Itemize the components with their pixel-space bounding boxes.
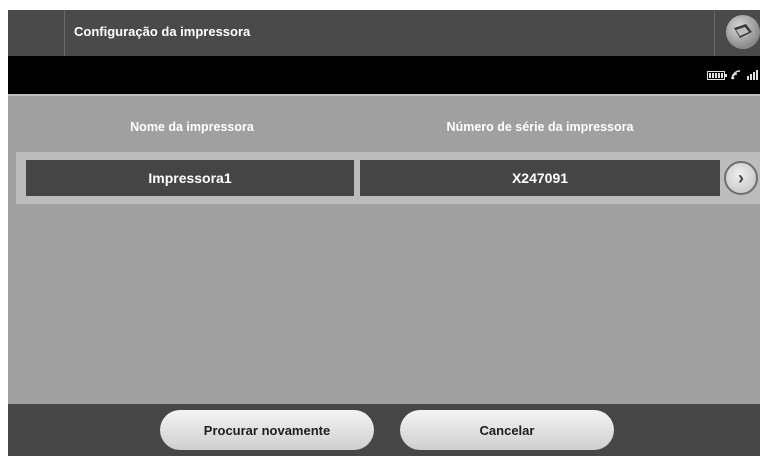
telemetry-icon	[731, 70, 741, 80]
table-row[interactable]: Impressora1 X247091 ›	[16, 152, 760, 204]
cancel-button[interactable]: Cancelar	[400, 410, 614, 450]
app-window: Configuração da impressora Nome da impre…	[8, 10, 760, 456]
printer-serial-cell: X247091	[360, 160, 720, 196]
wand-icon	[734, 24, 752, 38]
bottom-bar: Procurar novamente Cancelar	[8, 404, 760, 456]
signal-icon	[747, 70, 758, 80]
select-printer-button[interactable]: ›	[724, 161, 758, 195]
status-bar	[8, 56, 760, 94]
title-divider	[64, 10, 65, 56]
column-header-serial: Número de série da impressora	[446, 120, 634, 134]
chevron-right-icon: ›	[738, 168, 744, 188]
battery-icon	[707, 70, 727, 80]
status-icons	[707, 68, 758, 82]
printer-list: Nome da impressora Número de série da im…	[8, 94, 760, 456]
search-again-button[interactable]: Procurar novamente	[160, 410, 374, 450]
wand-button[interactable]	[726, 15, 760, 49]
page-title: Configuração da impressora	[74, 24, 251, 39]
title-divider	[714, 10, 715, 56]
column-header-name: Nome da impressora	[130, 120, 254, 134]
title-bar: Configuração da impressora	[8, 10, 760, 56]
printer-name-cell: Impressora1	[26, 160, 354, 196]
